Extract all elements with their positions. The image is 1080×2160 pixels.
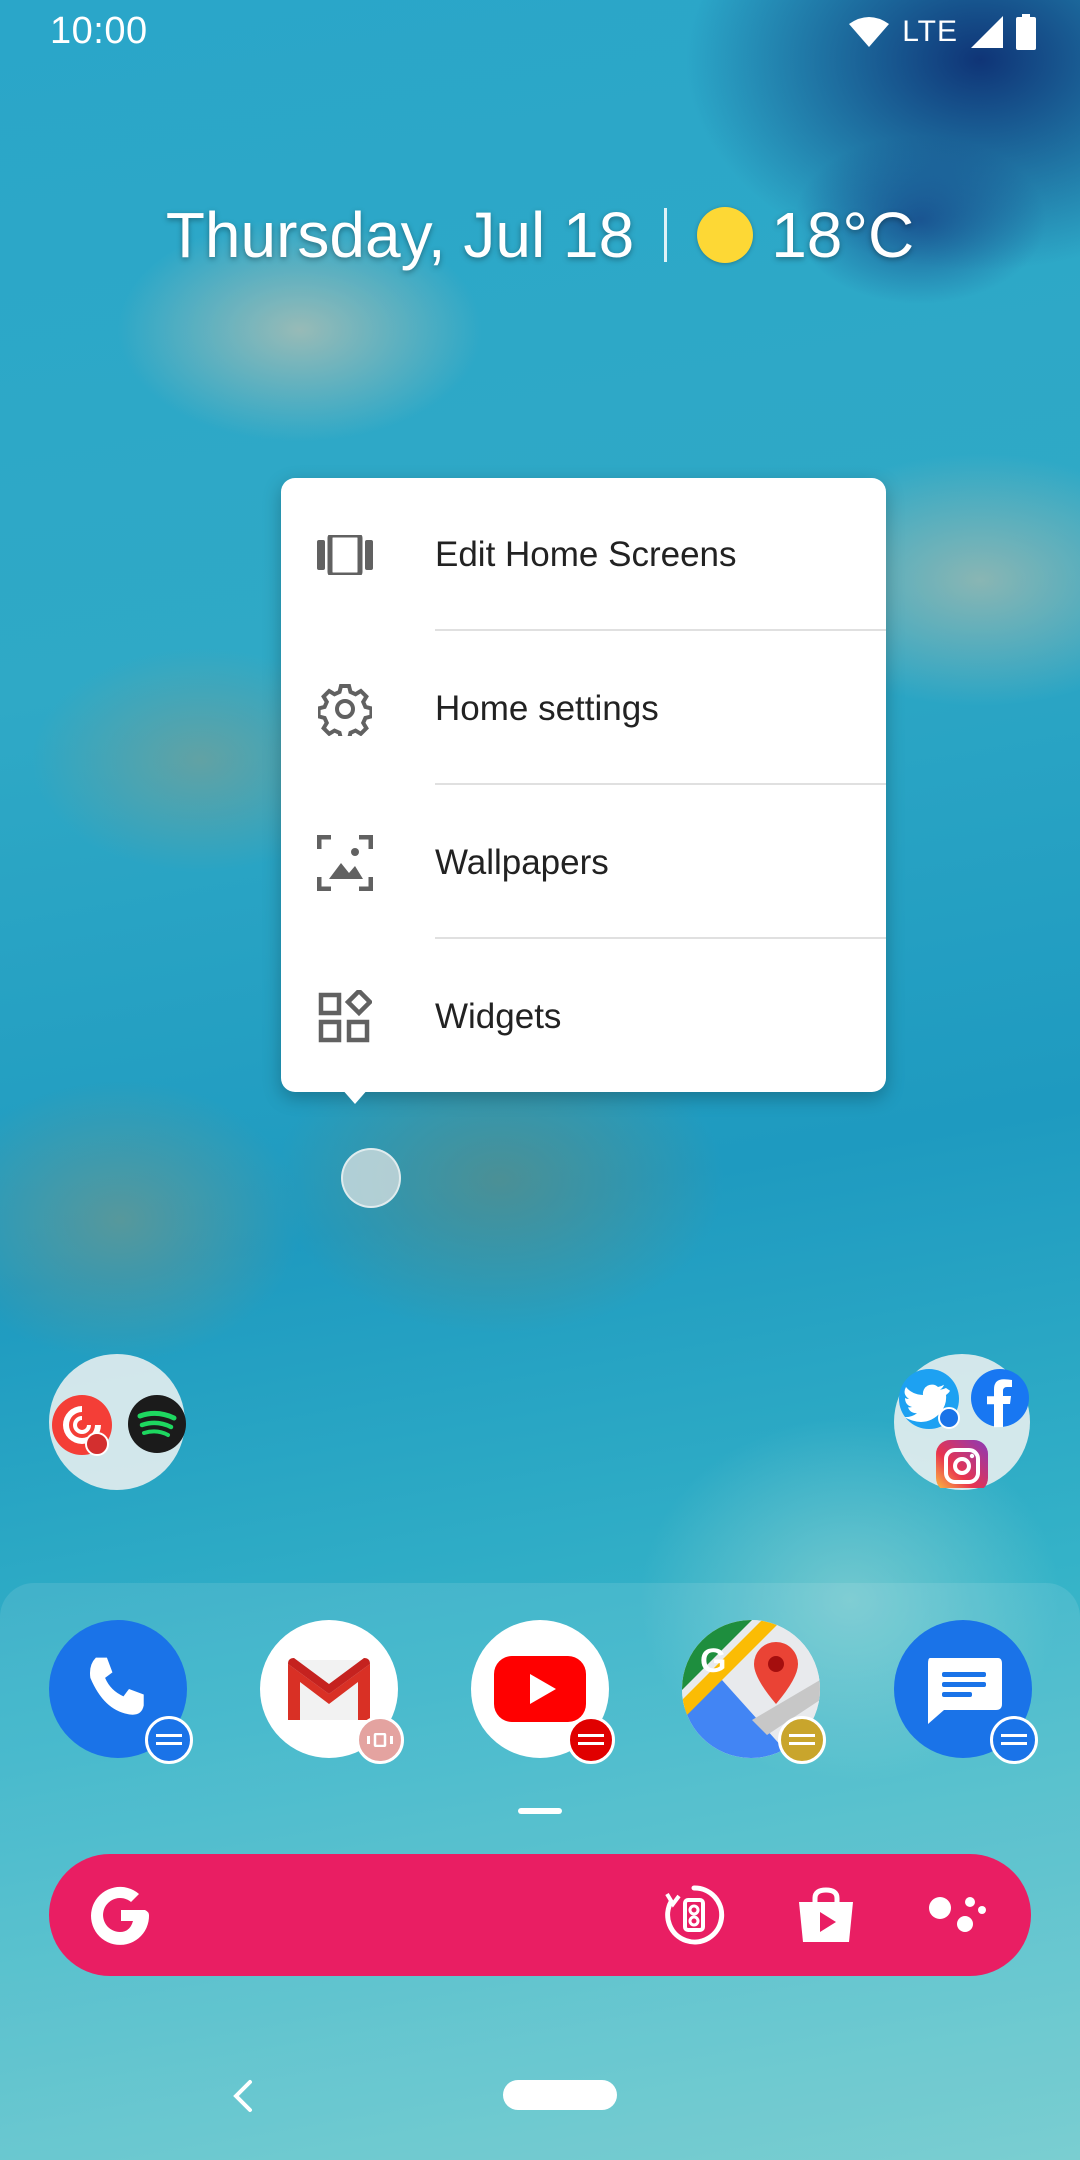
touch-indicator	[341, 1148, 401, 1208]
menu-divider	[435, 783, 886, 785]
phone-icon[interactable]	[49, 1620, 193, 1764]
folder-social[interactable]	[894, 1354, 1030, 1490]
sun-icon	[697, 207, 754, 263]
wifi-icon	[849, 17, 890, 47]
menu-divider	[435, 629, 886, 631]
facebook-icon	[971, 1369, 1029, 1428]
instagram-icon	[936, 1440, 988, 1488]
google-g-icon[interactable]	[85, 1880, 155, 1950]
notification-badge	[356, 1716, 404, 1764]
widgets-icon	[317, 989, 373, 1045]
signal-icon	[971, 16, 1003, 48]
home-button[interactable]	[503, 2080, 617, 2110]
notification-badge	[778, 1716, 826, 1764]
twitter-icon	[899, 1369, 960, 1429]
assistant-icon[interactable]	[925, 1884, 987, 1946]
menu-item-home-settings[interactable]: Home settings	[281, 632, 886, 786]
network-type: LTE	[902, 15, 958, 48]
status-icons: LTE	[848, 12, 1036, 52]
folder-media[interactable]	[49, 1354, 186, 1490]
wallpaper-icon	[317, 835, 373, 891]
pocket-casts-icon	[52, 1395, 112, 1456]
svg-text:G: G	[700, 1642, 726, 1680]
glance-date[interactable]: Thursday, Jul 18	[166, 198, 634, 272]
google-search-bar[interactable]	[49, 1854, 1031, 1976]
menu-divider	[435, 937, 886, 939]
gear-icon	[317, 681, 373, 737]
menu-pointer	[341, 1088, 369, 1104]
status-time: 10:00	[50, 10, 148, 52]
menu-item-edit-home-screens[interactable]: Edit Home Screens	[281, 478, 886, 632]
spotify-icon	[128, 1395, 186, 1453]
notification-badge	[990, 1716, 1038, 1764]
at-a-glance-widget[interactable]: Thursday, Jul 18 18°C	[0, 195, 1080, 275]
menu-item-widgets[interactable]: Widgets	[281, 940, 886, 1094]
notification-badge	[145, 1716, 193, 1764]
glance-divider	[664, 208, 668, 262]
menu-item-label: Edit Home Screens	[435, 535, 737, 574]
notification-badge	[567, 1716, 615, 1764]
glance-temperature[interactable]: 18°C	[771, 198, 914, 272]
menu-item-label: Home settings	[435, 689, 659, 728]
menu-item-label: Wallpapers	[435, 843, 609, 882]
edit-home-screens-icon	[317, 527, 373, 583]
status-bar: 10:00 LTE	[0, 0, 1080, 66]
back-button[interactable]	[228, 2076, 258, 2116]
gmail-icon[interactable]	[260, 1620, 404, 1764]
home-long-press-menu: Edit Home Screens Home settings Wallpape…	[281, 478, 886, 1092]
menu-item-label: Widgets	[435, 997, 562, 1036]
messages-icon[interactable]	[894, 1620, 1038, 1764]
play-store-icon[interactable]	[795, 1884, 857, 1946]
app-drawer-handle[interactable]	[518, 1808, 562, 1814]
menu-item-wallpapers[interactable]: Wallpapers	[281, 786, 886, 940]
youtube-icon[interactable]	[471, 1620, 615, 1764]
maps-icon[interactable]: G	[682, 1620, 826, 1764]
lens-icon[interactable]	[663, 1884, 725, 1946]
battery-icon	[1016, 14, 1036, 50]
